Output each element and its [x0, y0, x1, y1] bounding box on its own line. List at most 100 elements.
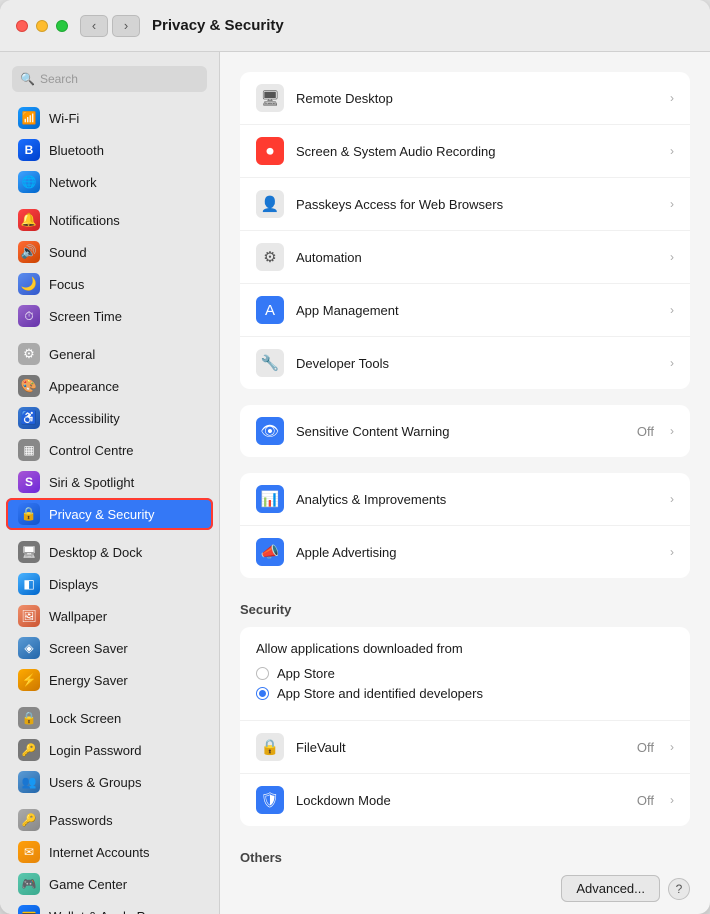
chevron-icon: ›: [670, 424, 674, 438]
sidebar-item-passwords[interactable]: 🔑 Passwords: [6, 804, 213, 836]
controlcentre-icon: ▦: [18, 439, 40, 461]
radio-appstore-button[interactable]: [256, 667, 269, 680]
automation-icon: ⚙: [256, 243, 284, 271]
row-filevault[interactable]: 🔒 FileVault Off ›: [240, 721, 690, 774]
devtools-icon: 🔧: [256, 349, 284, 377]
page-title: Privacy & Security: [152, 17, 284, 34]
radio-identified-label: App Store and identified developers: [277, 686, 483, 701]
radio-appstore-identified[interactable]: App Store and identified developers: [256, 686, 674, 701]
filevault-icon: 🔒: [256, 733, 284, 761]
advanced-button[interactable]: Advanced...: [561, 875, 660, 902]
chevron-icon: ›: [670, 793, 674, 807]
sidebar-item-loginpassword[interactable]: 🔑 Login Password: [6, 734, 213, 766]
bottom-bar: Advanced... ?: [220, 867, 710, 914]
sidebar-item-label: Login Password: [49, 743, 142, 758]
gamecenter-icon: 🎮: [18, 873, 40, 895]
sidebar-item-displays[interactable]: ◧ Displays: [6, 568, 213, 600]
search-icon: 🔍: [20, 72, 35, 86]
sidebar-item-users[interactable]: 👥 Users & Groups: [6, 766, 213, 798]
row-screen-audio[interactable]: ⏺ Screen & System Audio Recording ›: [240, 125, 690, 178]
sidebar-item-lockscreen[interactable]: 🔒 Lock Screen: [6, 702, 213, 734]
row-lockdown[interactable]: 🛡 Lockdown Mode Off ›: [240, 774, 690, 826]
screentime-icon: ⏱: [18, 305, 40, 327]
back-button[interactable]: ‹: [80, 15, 108, 37]
sidebar-item-label: Displays: [49, 577, 98, 592]
sidebar-item-label: Game Center: [49, 877, 127, 892]
sidebar-item-energy[interactable]: ⚡ Energy Saver: [6, 664, 213, 696]
sidebar-item-privacy[interactable]: 🔒 Privacy & Security: [6, 498, 213, 530]
chevron-icon: ›: [670, 492, 674, 506]
radio-appstore-label: App Store: [277, 666, 335, 681]
network-icon: 🌐: [18, 171, 40, 193]
sidebar-item-accessibility[interactable]: ♿ Accessibility: [6, 402, 213, 434]
sidebar-item-gamecenter[interactable]: 🎮 Game Center: [6, 868, 213, 900]
lockscreen-icon: 🔒: [18, 707, 40, 729]
sidebar-item-desktop[interactable]: 🖥 Desktop & Dock: [6, 536, 213, 568]
radio-appstore[interactable]: App Store: [256, 666, 674, 681]
sidebar-item-screensaver[interactable]: ◈ Screen Saver: [6, 632, 213, 664]
sidebar-item-label: Lock Screen: [49, 711, 121, 726]
others-header: Others: [240, 842, 690, 867]
wallet-icon: 💳: [18, 905, 40, 914]
sidebar-item-siri[interactable]: S Siri & Spotlight: [6, 466, 213, 498]
help-button[interactable]: ?: [668, 878, 690, 900]
sidebar-item-label: Siri & Spotlight: [49, 475, 134, 490]
nav-buttons: ‹ ›: [80, 15, 140, 37]
sidebar-item-appearance[interactable]: 🎨 Appearance: [6, 370, 213, 402]
forward-button[interactable]: ›: [112, 15, 140, 37]
loginpassword-icon: 🔑: [18, 739, 40, 761]
chevron-icon: ›: [670, 91, 674, 105]
row-sensitive[interactable]: 👁 Sensitive Content Warning Off ›: [240, 405, 690, 457]
security-download-section: Allow applications downloaded from App S…: [240, 627, 690, 721]
row-label: Analytics & Improvements: [296, 492, 658, 507]
row-remote-desktop[interactable]: 🖥 Remote Desktop ›: [240, 72, 690, 125]
row-advertising[interactable]: 📣 Apple Advertising ›: [240, 526, 690, 578]
search-placeholder: Search: [40, 72, 78, 86]
sidebar-item-wifi[interactable]: 📶 Wi-Fi: [6, 102, 213, 134]
sidebar-item-bluetooth[interactable]: B Bluetooth: [6, 134, 213, 166]
sidebar-item-label: Users & Groups: [49, 775, 141, 790]
focus-icon: 🌙: [18, 273, 40, 295]
sidebar-item-sound[interactable]: 🔊 Sound: [6, 236, 213, 268]
notifications-icon: 🔔: [18, 209, 40, 231]
row-label: Developer Tools: [296, 356, 658, 371]
sidebar-item-notifications[interactable]: 🔔 Notifications: [6, 204, 213, 236]
wallpaper-icon: 🖼: [18, 605, 40, 627]
sidebar-item-focus[interactable]: 🌙 Focus: [6, 268, 213, 300]
minimize-button[interactable]: [36, 20, 48, 32]
content-area: 🔍 Search 📶 Wi-Fi B Bluetooth 🌐: [0, 52, 710, 914]
close-button[interactable]: [16, 20, 28, 32]
search-box[interactable]: 🔍 Search: [12, 66, 207, 92]
sidebar-item-label: Privacy & Security: [49, 507, 154, 522]
maximize-button[interactable]: [56, 20, 68, 32]
chevron-icon: ›: [670, 197, 674, 211]
row-analytics[interactable]: 📊 Analytics & Improvements ›: [240, 473, 690, 526]
security-header: Security: [240, 594, 690, 623]
radio-identified-button[interactable]: [256, 687, 269, 700]
sidebar-item-internetaccounts[interactable]: ✉ Internet Accounts: [6, 836, 213, 868]
sidebar-item-general[interactable]: ⚙ General: [6, 338, 213, 370]
analytics-icon: 📊: [256, 485, 284, 513]
row-automation[interactable]: ⚙ Automation ›: [240, 231, 690, 284]
settings-window: ‹ › Privacy & Security 🔍 Search 📶 Wi-Fi: [0, 0, 710, 914]
chevron-icon: ›: [670, 303, 674, 317]
screen-audio-icon: ⏺: [256, 137, 284, 165]
displays-icon: ◧: [18, 573, 40, 595]
chevron-icon: ›: [670, 545, 674, 559]
sidebar-item-controlcentre[interactable]: ▦ Control Centre: [6, 434, 213, 466]
sidebar-item-wallet[interactable]: 💳 Wallet & Apple Pay: [6, 900, 213, 914]
users-icon: 👥: [18, 771, 40, 793]
sidebar-item-label: Notifications: [49, 213, 120, 228]
sidebar-item-network[interactable]: 🌐 Network: [6, 166, 213, 198]
sidebar-item-label: Focus: [49, 277, 84, 292]
row-passkeys[interactable]: 👤 Passkeys Access for Web Browsers ›: [240, 178, 690, 231]
sidebar-item-label: Wallpaper: [49, 609, 107, 624]
sidebar-item-wallpaper[interactable]: 🖼 Wallpaper: [6, 600, 213, 632]
sidebar-item-label: Appearance: [49, 379, 119, 394]
row-devtools[interactable]: 🔧 Developer Tools ›: [240, 337, 690, 389]
row-appmanage[interactable]: A App Management ›: [240, 284, 690, 337]
sidebar-item-screentime[interactable]: ⏱ Screen Time: [6, 300, 213, 332]
main-content: 🖥 Remote Desktop › ⏺ Screen & System Aud…: [220, 52, 710, 867]
sensitive-icon: 👁: [256, 417, 284, 445]
passwords-icon: 🔑: [18, 809, 40, 831]
